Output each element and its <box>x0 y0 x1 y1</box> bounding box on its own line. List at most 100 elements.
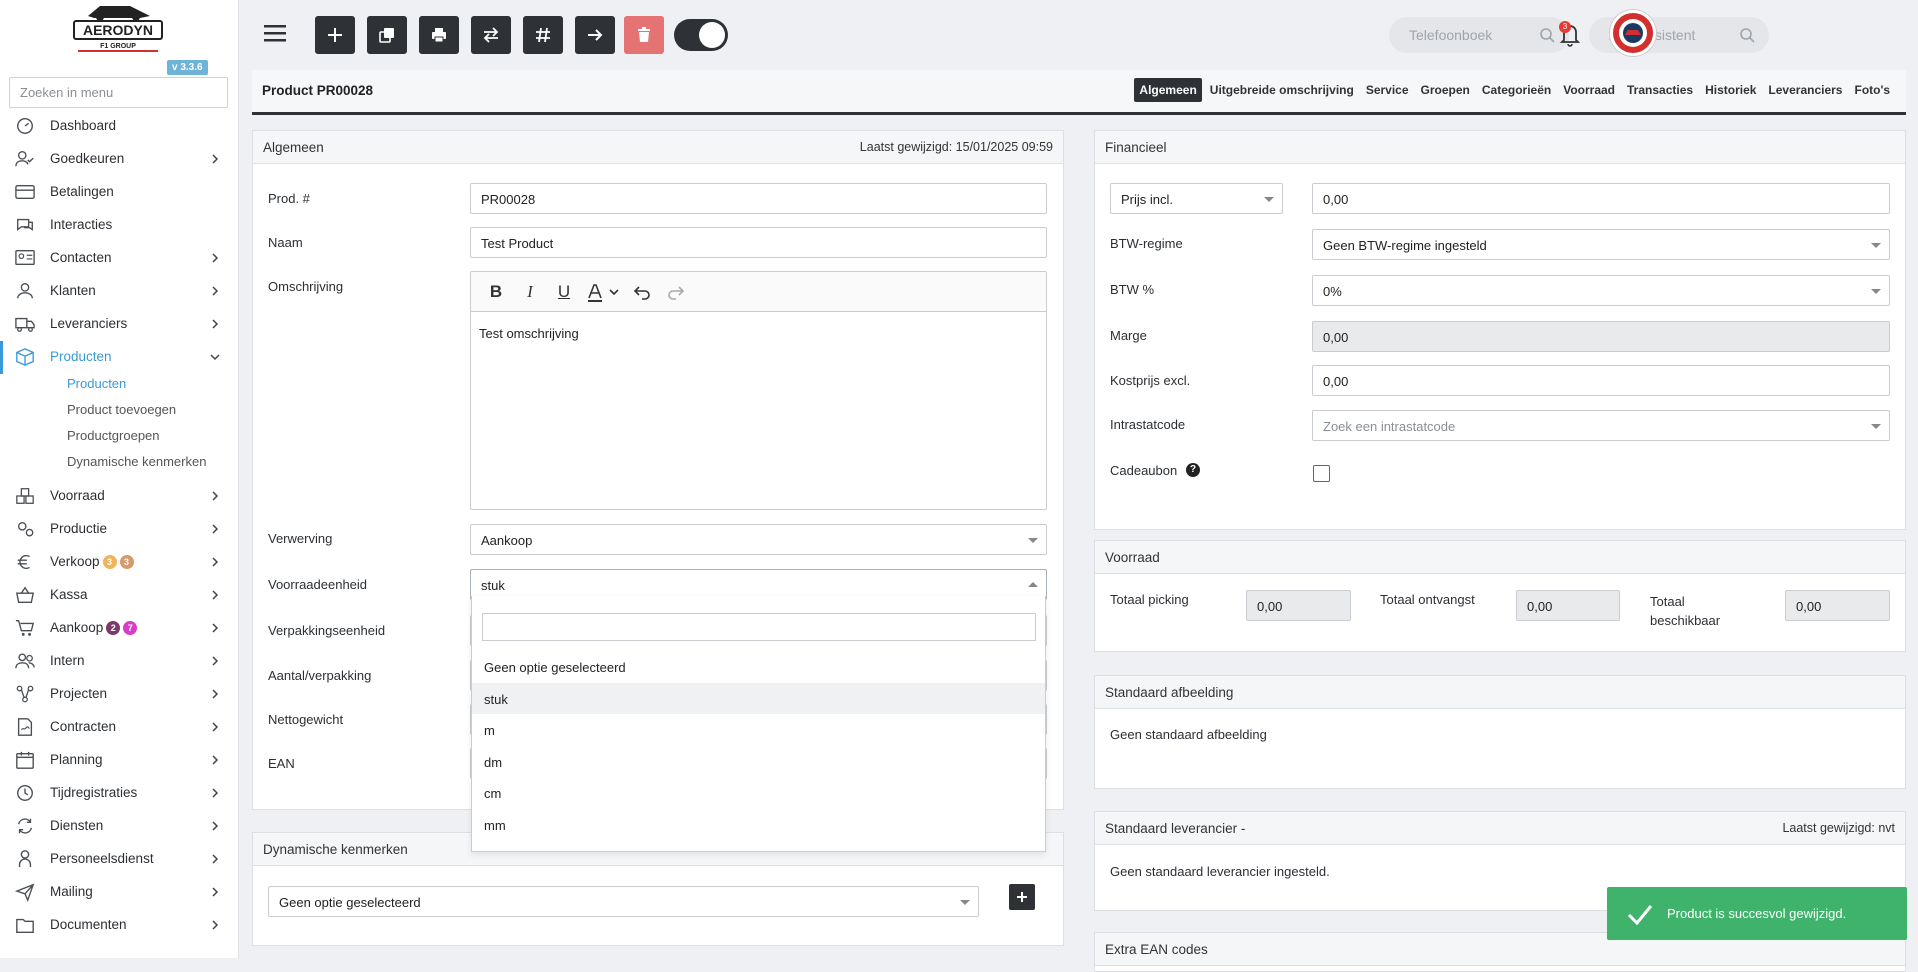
sidebar-item-label: Aankoop 2 7 <box>50 620 138 636</box>
prijs-type-select[interactable]: Prijs incl. <box>1110 183 1283 214</box>
contact-card-icon <box>15 250 35 266</box>
prijs-field[interactable]: 0,00 <box>1312 183 1890 214</box>
sidebar-item-producten[interactable]: Producten <box>0 341 239 374</box>
menu-search-input[interactable] <box>9 77 228 108</box>
undo-icon[interactable] <box>625 277 659 307</box>
submenu-item[interactable]: Producten <box>67 376 126 391</box>
underline-icon[interactable]: U <box>547 277 581 307</box>
forward-button[interactable] <box>575 16 615 54</box>
sidebar-item-planning[interactable]: Planning <box>0 744 239 777</box>
dropdown-option[interactable]: cm <box>472 777 1045 808</box>
tab-5[interactable]: Voorraad <box>1559 78 1619 102</box>
sidebar-item-label: Personeelsdienst <box>50 851 154 866</box>
italic-icon[interactable]: I <box>513 277 547 307</box>
sidebar-item-leveranciers[interactable]: Leveranciers <box>0 308 239 341</box>
swap-arrows-icon <box>483 27 499 43</box>
sidebar-item-projecten[interactable]: Projecten <box>0 678 239 711</box>
dropdown-option[interactable]: mm <box>472 809 1045 840</box>
redo-icon[interactable] <box>659 277 693 307</box>
tab-8[interactable]: Leveranciers <box>1764 78 1846 102</box>
intrastat-select[interactable]: Zoek een intrastatcode <box>1312 410 1890 441</box>
print-button[interactable] <box>419 16 459 54</box>
kostprijs-field[interactable]: 0,00 <box>1312 365 1890 396</box>
check-user-icon <box>15 151 34 167</box>
verwerving-select[interactable]: Aankoop <box>470 524 1047 555</box>
last-modified: Laatst gewijzigd: nvt <box>1782 821 1895 835</box>
sidebar-item-interacties[interactable]: Interacties <box>0 209 239 242</box>
duplicate-button[interactable] <box>367 16 407 54</box>
dynamische-select[interactable]: Geen optie geselecteerd <box>268 886 979 917</box>
sidebar-item-aankoop[interactable]: Aankoop 2 7 <box>0 612 239 645</box>
sidebar-item-personeelsdienst[interactable]: Personeelsdienst <box>0 843 239 876</box>
cadeaubon-checkbox[interactable] <box>1313 465 1330 482</box>
prod-number-field[interactable]: PR00028 <box>470 183 1047 214</box>
sidebar-item-mailing[interactable]: Mailing <box>0 876 239 909</box>
sidebar-item-diensten[interactable]: Diensten <box>0 810 239 843</box>
sidebar-item-goedkeuren[interactable]: Goedkeuren <box>0 143 239 176</box>
user-avatar[interactable] <box>1610 10 1656 56</box>
tab-4[interactable]: Categorieën <box>1478 78 1555 102</box>
beschikbaar-field: 0,00 <box>1785 590 1890 621</box>
sidebar-item-intern[interactable]: Intern <box>0 645 239 678</box>
naam-field[interactable]: Test Product <box>470 227 1047 258</box>
editor-content[interactable]: Test omschrijving <box>471 312 1046 355</box>
dropdown-option[interactable]: Geen optie geselecteerd <box>472 651 1045 682</box>
tab-2[interactable]: Service <box>1362 78 1413 102</box>
tab-1[interactable]: Uitgebreide omschrijving <box>1206 78 1358 102</box>
success-toast[interactable]: Product is succesvol gewijzigd. <box>1607 887 1907 940</box>
sidebar-item-klanten[interactable]: Klanten <box>0 275 239 308</box>
sidebar-item-productie[interactable]: Productie <box>0 513 239 546</box>
help-icon[interactable]: ? <box>1186 463 1200 477</box>
btw-regime-select[interactable]: Geen BTW-regime ingesteld <box>1312 229 1890 260</box>
aerodyn-logo[interactable]: AERODYN F1 GROUP <box>70 2 166 54</box>
tab-7[interactable]: Historiek <box>1701 78 1760 102</box>
chevron-right-icon <box>212 689 219 699</box>
add-button[interactable] <box>315 16 355 54</box>
sidebar-item-contacten[interactable]: Contacten <box>0 242 239 275</box>
sidebar-item-label: Projecten <box>50 686 108 701</box>
financieel-header: Financieel <box>1095 131 1905 164</box>
card-title: Dynamische kenmerken <box>263 841 408 857</box>
tab-6[interactable]: Transacties <box>1623 78 1697 102</box>
tab-3[interactable]: Groepen <box>1417 78 1474 102</box>
add-kenmerk-button[interactable] <box>1009 884 1035 910</box>
plus-icon <box>1017 892 1027 902</box>
plus-icon <box>328 28 342 42</box>
chevron-right-icon <box>212 755 219 765</box>
voorraadeenheid-value: stuk <box>481 578 505 593</box>
number-button[interactable] <box>523 16 563 54</box>
bold-icon[interactable]: B <box>479 277 513 307</box>
sidebar-item-voorraad[interactable]: Voorraad <box>0 480 239 513</box>
sidebar-item-dashboard[interactable]: Dashboard <box>0 110 239 143</box>
aantal-label: Aantal/verpakking <box>268 668 372 683</box>
sidebar-item-betalingen[interactable]: Betalingen <box>0 176 239 209</box>
btw-pct-select[interactable]: 0% <box>1312 275 1890 306</box>
sidebar-item-contracten[interactable]: Contracten <box>0 711 239 744</box>
sidebar-item-documenten[interactable]: Documenten <box>0 909 239 942</box>
verwerving-label: Verwerving <box>268 531 333 546</box>
sidebar-item-label: Verkoop 3 3 <box>50 554 134 570</box>
mode-toggle[interactable] <box>674 19 728 51</box>
cart-icon <box>15 620 35 636</box>
dropdown-search-input[interactable] <box>482 613 1036 641</box>
tab-9[interactable]: Foto's <box>1850 78 1894 102</box>
sidebar-item-label: Interacties <box>50 217 113 232</box>
dropdown-option[interactable]: dm <box>472 746 1045 777</box>
submenu-item[interactable]: Dynamische kenmerken <box>67 454 206 469</box>
sidebar-item-tijdregistraties[interactable]: Tijdregistraties <box>0 777 239 810</box>
dropdown-option[interactable]: stuk <box>472 682 1045 714</box>
submenu-item[interactable]: Product toevoegen <box>67 402 176 417</box>
phonebook-search[interactable] <box>1389 17 1569 53</box>
dropdown-option[interactable]: m <box>472 714 1045 745</box>
text-color-icon[interactable] <box>581 277 625 307</box>
afbeelding-header: Standaard afbeelding <box>1095 676 1905 709</box>
delete-button[interactable] <box>624 16 664 54</box>
phonebook-input[interactable] <box>1409 27 1529 43</box>
sidebar-item-kassa[interactable]: Kassa <box>0 579 239 612</box>
trash-icon <box>638 27 650 42</box>
hamburger-menu-icon[interactable] <box>264 23 286 43</box>
tab-0[interactable]: Algemeen <box>1134 78 1202 102</box>
sidebar-item-verkoop[interactable]: Verkoop 3 3 <box>0 546 239 579</box>
submenu-item[interactable]: Productgroepen <box>67 428 160 443</box>
transfer-button[interactable] <box>471 16 511 54</box>
